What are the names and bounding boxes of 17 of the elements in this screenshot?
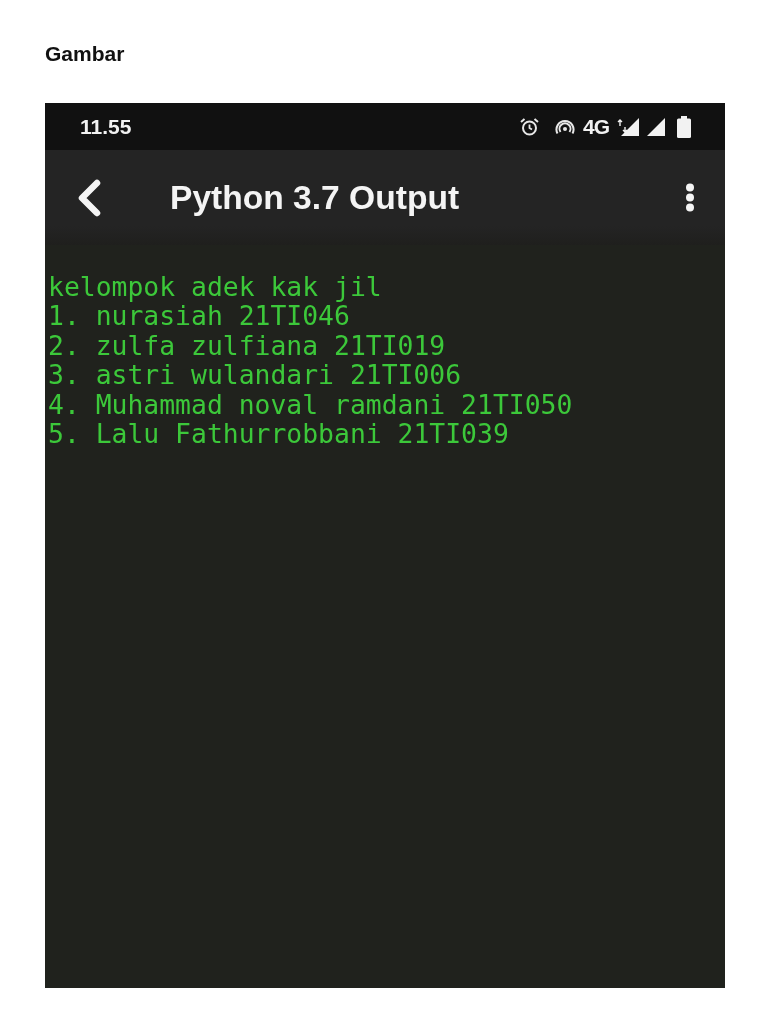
network-type: 4G bbox=[583, 115, 609, 138]
output-line: 5. Lalu Fathurrobbani 21TI039 bbox=[48, 419, 509, 449]
page-heading: Gambar bbox=[45, 41, 125, 67]
alarm-clock-icon bbox=[520, 117, 539, 136]
output-line: kelompok adek kak jil bbox=[48, 272, 382, 302]
battery-icon bbox=[677, 115, 691, 138]
output-line: 1. nurasiah 21TI046 bbox=[48, 301, 350, 331]
app-title: Python 3.7 Output bbox=[170, 178, 460, 217]
signal-icon bbox=[617, 117, 639, 136]
status-time: 11.55 bbox=[80, 114, 132, 139]
output-line: 2. zulfa zulfiana 21TI019 bbox=[48, 330, 446, 361]
broadcast-icon bbox=[555, 118, 575, 135]
more-menu-button[interactable] bbox=[685, 183, 695, 212]
output-line: 4. Muhammad noval ramdani 21TI050 bbox=[48, 389, 573, 420]
signal-icon bbox=[647, 117, 665, 136]
output-line: 3. astri wulandari 21TI006 bbox=[48, 360, 462, 390]
menu-icon bbox=[685, 183, 695, 212]
